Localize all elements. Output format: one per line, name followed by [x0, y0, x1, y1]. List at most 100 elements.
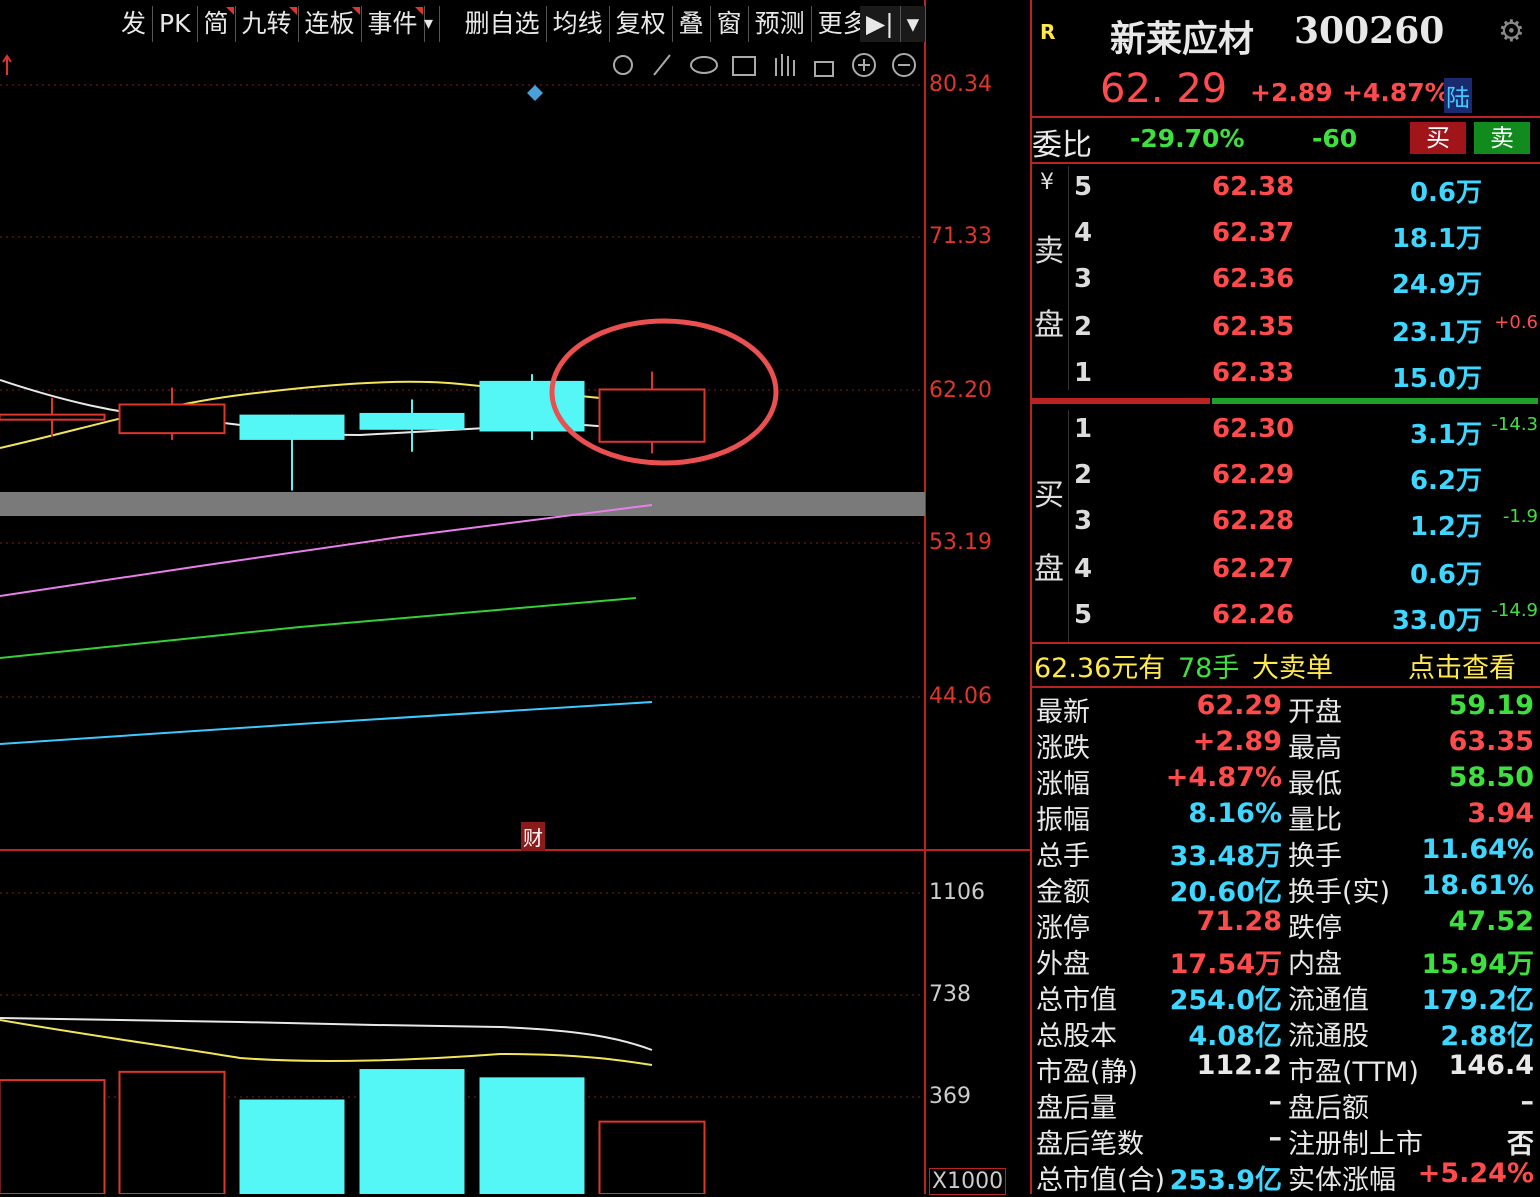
- stat-value: 否: [1507, 1129, 1534, 1160]
- stock-name: 新莱应材: [1110, 18, 1255, 60]
- level-price: 62.37: [1212, 218, 1295, 248]
- view-details-link[interactable]: 点击查看: [1408, 646, 1516, 685]
- ask-level-row[interactable]: 5 62.38 0.6万: [1032, 172, 1540, 218]
- buy-button[interactable]: 买: [1410, 122, 1466, 154]
- toolbar-item[interactable]: 均线: [547, 6, 610, 42]
- ask-level-row[interactable]: 4 62.37 18.1万: [1032, 218, 1540, 264]
- level-price: 62.26: [1212, 600, 1295, 630]
- hand-icon[interactable]: [775, 54, 795, 76]
- level-volume: 23.1万: [1391, 318, 1482, 348]
- dropdown-arrow-icon[interactable]: ▾: [900, 6, 927, 42]
- ma-line-cyan: [0, 701, 653, 745]
- stat-value: 112.2: [1196, 1050, 1282, 1081]
- stat-row: 总股本 4.08亿 流通股 2.88亿: [1032, 1014, 1540, 1052]
- chart-toolbar: 发 PK 简九转 连板 事件 删自选 均线 复权叠窗预测 更多: [115, 6, 875, 42]
- level-volume: 3.1万: [1409, 420, 1482, 450]
- candle-body: [359, 412, 465, 430]
- bid-level-row[interactable]: 1 62.30 3.1万 -14.3: [1032, 414, 1540, 460]
- stat-value: 146.4: [1448, 1050, 1534, 1081]
- level-volume: 6.2万: [1409, 466, 1482, 496]
- stat-label: 流通股: [1288, 1021, 1369, 1052]
- sell-button[interactable]: 卖: [1474, 122, 1530, 154]
- toolbar-item[interactable]: 简: [198, 6, 236, 42]
- level-index: 4: [1074, 554, 1093, 584]
- big-order-line[interactable]: 62.36元有 78手 大卖单 点击查看: [1032, 646, 1540, 685]
- toolbar-item[interactable]: 连板: [299, 6, 362, 42]
- stat-label: 总股本: [1036, 1021, 1117, 1052]
- level-price: 62.27: [1212, 554, 1295, 584]
- toolbar-item[interactable]: 删自选: [459, 6, 547, 42]
- stat-value: 8.16%: [1188, 798, 1282, 829]
- vol-ma-white: [0, 1017, 653, 1051]
- stat-label: 换手(实): [1288, 877, 1391, 908]
- bid-level-row[interactable]: 5 62.26 33.0万 -14.9: [1032, 600, 1540, 646]
- stock-code: 300260: [1294, 10, 1445, 52]
- bid-level-row[interactable]: 2 62.29 6.2万: [1032, 460, 1540, 506]
- volume-bar: [118, 1070, 226, 1194]
- kline-chart[interactable]: [0, 0, 1030, 1194]
- kline-chart-area[interactable]: 发 PK 简九转 连板 事件 删自选 均线 复权叠窗预测 更多 ▶| ▾ ▾ 80.34 71.…: [0, 0, 1030, 1195]
- divider: [1032, 162, 1540, 164]
- stat-row: 金额 20.60亿 换手(实) 18.61%: [1032, 870, 1540, 908]
- quote-panel: R 新莱应材 300260 ⚙ 62. 29 +2.89 +4.87% 陆 委比…: [1030, 0, 1540, 1196]
- stat-value: 4.08亿: [1188, 1021, 1282, 1052]
- toolbar-item[interactable]: 预测: [749, 6, 812, 42]
- stat-row: 总手 33.48万 换手 11.64%: [1032, 834, 1540, 872]
- bid-level-row[interactable]: 3 62.28 1.2万 -1.9: [1032, 506, 1540, 552]
- stat-label: 跌停: [1288, 913, 1342, 944]
- ask-level-row[interactable]: 2 62.35 23.1万 +0.6: [1032, 312, 1540, 358]
- price-tick: 62.20: [929, 378, 992, 403]
- volume-bar: [359, 1069, 465, 1194]
- pen-icon[interactable]: [653, 54, 671, 76]
- level-change: -14.9: [1491, 600, 1538, 621]
- toolbar-item[interactable]: 九转: [236, 6, 299, 42]
- toolbar-item[interactable]: 发: [115, 6, 154, 42]
- stat-value: +5.24%: [1417, 1158, 1534, 1189]
- stat-label: 盘后量: [1036, 1093, 1117, 1124]
- stat-row: 涨跌 +2.89 最高 63.35: [1032, 726, 1540, 764]
- divider: [1032, 686, 1540, 688]
- toolbox-icon[interactable]: [732, 56, 756, 76]
- stat-label: 量比: [1288, 805, 1342, 836]
- settings-icon[interactable]: [613, 55, 633, 75]
- level-price: 62.38: [1212, 172, 1295, 202]
- level-index: 1: [1074, 358, 1093, 388]
- price-tick: 44.06: [929, 684, 992, 709]
- volume-bar: [598, 1120, 706, 1194]
- level-volume: 0.6万: [1409, 560, 1482, 590]
- stat-label: 流通值: [1288, 985, 1369, 1016]
- level-index: 2: [1074, 460, 1093, 490]
- toolbar-item[interactable]: PK: [153, 6, 198, 42]
- toolbar-item[interactable]: 复权: [610, 6, 673, 42]
- toolbar-item[interactable]: 事件: [362, 6, 425, 42]
- lock-icon[interactable]: [814, 61, 834, 77]
- stat-row: 振幅 8.16% 量比 3.94: [1032, 798, 1540, 836]
- level-volume: 1.2万: [1409, 512, 1482, 542]
- stat-label: 涨幅: [1036, 769, 1090, 800]
- divider: [1032, 642, 1540, 644]
- stat-label: 最新: [1036, 697, 1090, 728]
- stat-value: 18.61%: [1421, 870, 1534, 901]
- stat-row: 市盈(静) 112.2 市盈(TTM) 146.4: [1032, 1050, 1540, 1088]
- price-band: [0, 492, 925, 516]
- collapse-panel-icon[interactable]: ▶|: [860, 6, 901, 42]
- weibi-line: 委比 -29.70% -60 买 卖: [1032, 120, 1540, 163]
- eye-icon[interactable]: [690, 56, 718, 74]
- stat-label: 换手: [1288, 841, 1342, 872]
- price-tick: 71.33: [929, 224, 992, 249]
- level-index: 2: [1074, 312, 1093, 342]
- bid-level-row[interactable]: 4 62.27 0.6万: [1032, 554, 1540, 600]
- ask-level-row[interactable]: 3 62.36 24.9万: [1032, 264, 1540, 310]
- gear-icon[interactable]: ⚙: [1498, 14, 1525, 49]
- market-tag: 陆: [1444, 78, 1472, 113]
- stat-value: 63.35: [1448, 726, 1534, 757]
- finance-marker[interactable]: 财: [521, 822, 545, 851]
- weibi-value: -29.70%: [1130, 124, 1245, 153]
- toolbar-item[interactable]: 窗: [711, 6, 749, 42]
- stat-value: 179.2亿: [1421, 985, 1534, 1016]
- ma-line-pink: [0, 504, 653, 597]
- weicha-value: -60: [1312, 124, 1358, 153]
- toolbar-dropdown[interactable]: ▾: [418, 6, 441, 42]
- toolbar-item[interactable]: 叠: [673, 6, 711, 42]
- chevron-down-icon[interactable]: ▾: [418, 6, 441, 42]
